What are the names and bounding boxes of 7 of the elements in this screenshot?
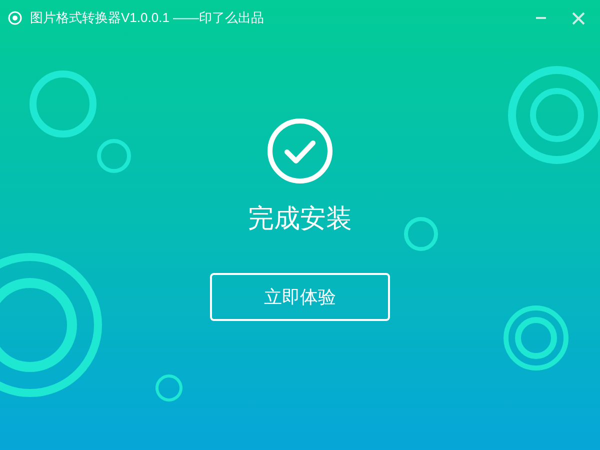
start-button[interactable]: 立即体验 [210,273,390,321]
checkmark-icon [267,118,333,184]
close-icon [572,12,584,24]
minimize-icon [536,16,548,20]
app-icon [8,11,22,25]
status-message: 完成安装 [248,203,352,236]
window-title: 图片格式转换器V1.0.0.1 ——印了么出品 [30,9,264,28]
